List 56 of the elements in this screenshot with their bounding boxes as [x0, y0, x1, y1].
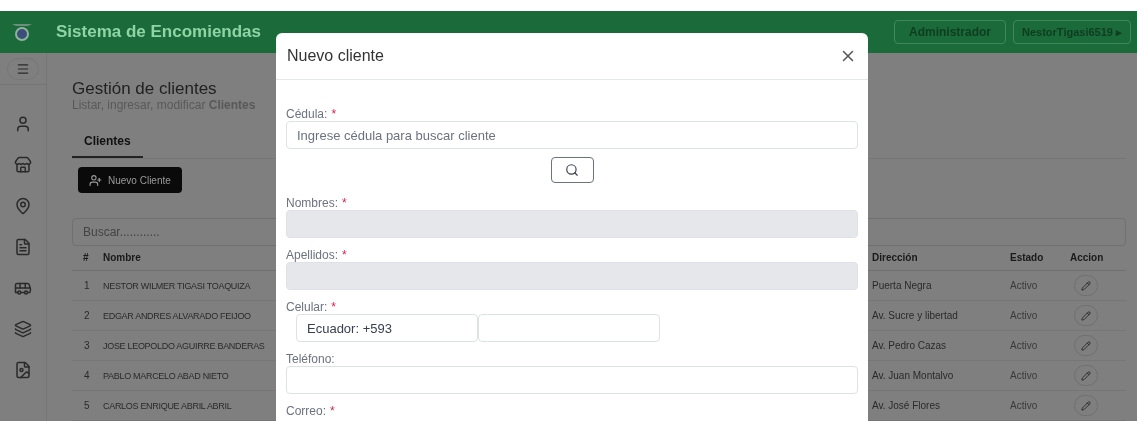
map-pin-icon[interactable] — [14, 197, 32, 215]
pencil-icon — [1081, 370, 1091, 381]
store-icon[interactable] — [14, 156, 32, 174]
field-label: Celular: * — [286, 301, 337, 314]
table-cell-text: Av. José Flores — [872, 399, 941, 414]
column-header: Estado — [1010, 251, 1045, 266]
table-cell-text: Av. Pedro Cazas — [872, 339, 948, 354]
column-header: Accion — [1070, 251, 1104, 266]
field-label: Correo: * — [286, 405, 335, 418]
column-header: Nombre — [103, 252, 141, 264]
table-cell-text: 5 — [83, 399, 91, 414]
table-cell-text: Activo — [1010, 369, 1039, 384]
table-cell-text: Puerta Negra — [872, 279, 933, 294]
column-header: # — [82, 251, 90, 266]
tab[interactable]: Clientes — [72, 132, 143, 158]
table-cell-text: Activo — [1010, 309, 1039, 324]
country-code-field[interactable]: Ecuador: +593 — [296, 314, 478, 342]
table-cell: CARLOS ENRIQUE ABRIL ABRIL — [103, 400, 232, 411]
table-cell: EDGAR ANDRES ALVARADO FEIJOO — [103, 310, 251, 321]
table-cell: JOSE LEOPOLDO AGUIRRE BANDERAS — [103, 340, 265, 351]
table-cell-text: 4 — [83, 369, 91, 384]
text-field[interactable] — [286, 366, 858, 394]
pencil-icon — [1081, 400, 1091, 411]
search-icon — [565, 163, 579, 177]
table-cell: NESTOR WILMER TIGASI TOAQUIZA — [103, 280, 251, 291]
user-plus-icon — [89, 173, 102, 187]
pencil-icon — [1081, 340, 1091, 351]
person-icon[interactable] — [14, 115, 32, 133]
text-field[interactable]: Ingrese cédula para buscar cliente — [286, 121, 858, 149]
column-header: Dirección — [872, 251, 919, 266]
table-cell-text: Activo — [1010, 399, 1039, 414]
search-button[interactable] — [550, 157, 594, 183]
table-cell-text: 2 — [83, 309, 91, 324]
modal-title: Nuevo cliente — [287, 46, 384, 66]
table-cell-text: Av. Sucre y libertad — [872, 309, 959, 324]
app-title: Sistema de Encomiendas — [56, 21, 262, 44]
field-label: Teléfono: — [286, 353, 335, 366]
table-cell-text: 1 — [83, 279, 91, 294]
document-icon[interactable] — [14, 238, 32, 256]
table-cell-text: Activo — [1010, 339, 1039, 354]
table-cell-text: 3 — [83, 339, 91, 354]
table-cell-text: Activo — [1010, 279, 1039, 294]
pdf-file-icon[interactable] — [14, 361, 32, 379]
new-client-button[interactable]: Nuevo Cliente — [78, 167, 182, 193]
field-label: Apellidos: * — [286, 249, 347, 262]
menu-icon — [16, 61, 30, 76]
field-label: Nombres: * — [286, 197, 347, 210]
table-cell-text: Av. Juan Montalvo — [872, 369, 955, 384]
page-title: Gestión de clientes — [72, 80, 217, 98]
phone-number-field[interactable] — [478, 314, 660, 342]
logo-icon — [10, 21, 34, 43]
layers-icon[interactable] — [14, 320, 32, 338]
table-cell: PABLO MARCELO ABAD NIETO — [103, 370, 229, 381]
pencil-icon — [1081, 310, 1091, 321]
field-label: Cédula: * — [286, 108, 337, 121]
pencil-icon — [1081, 280, 1091, 291]
